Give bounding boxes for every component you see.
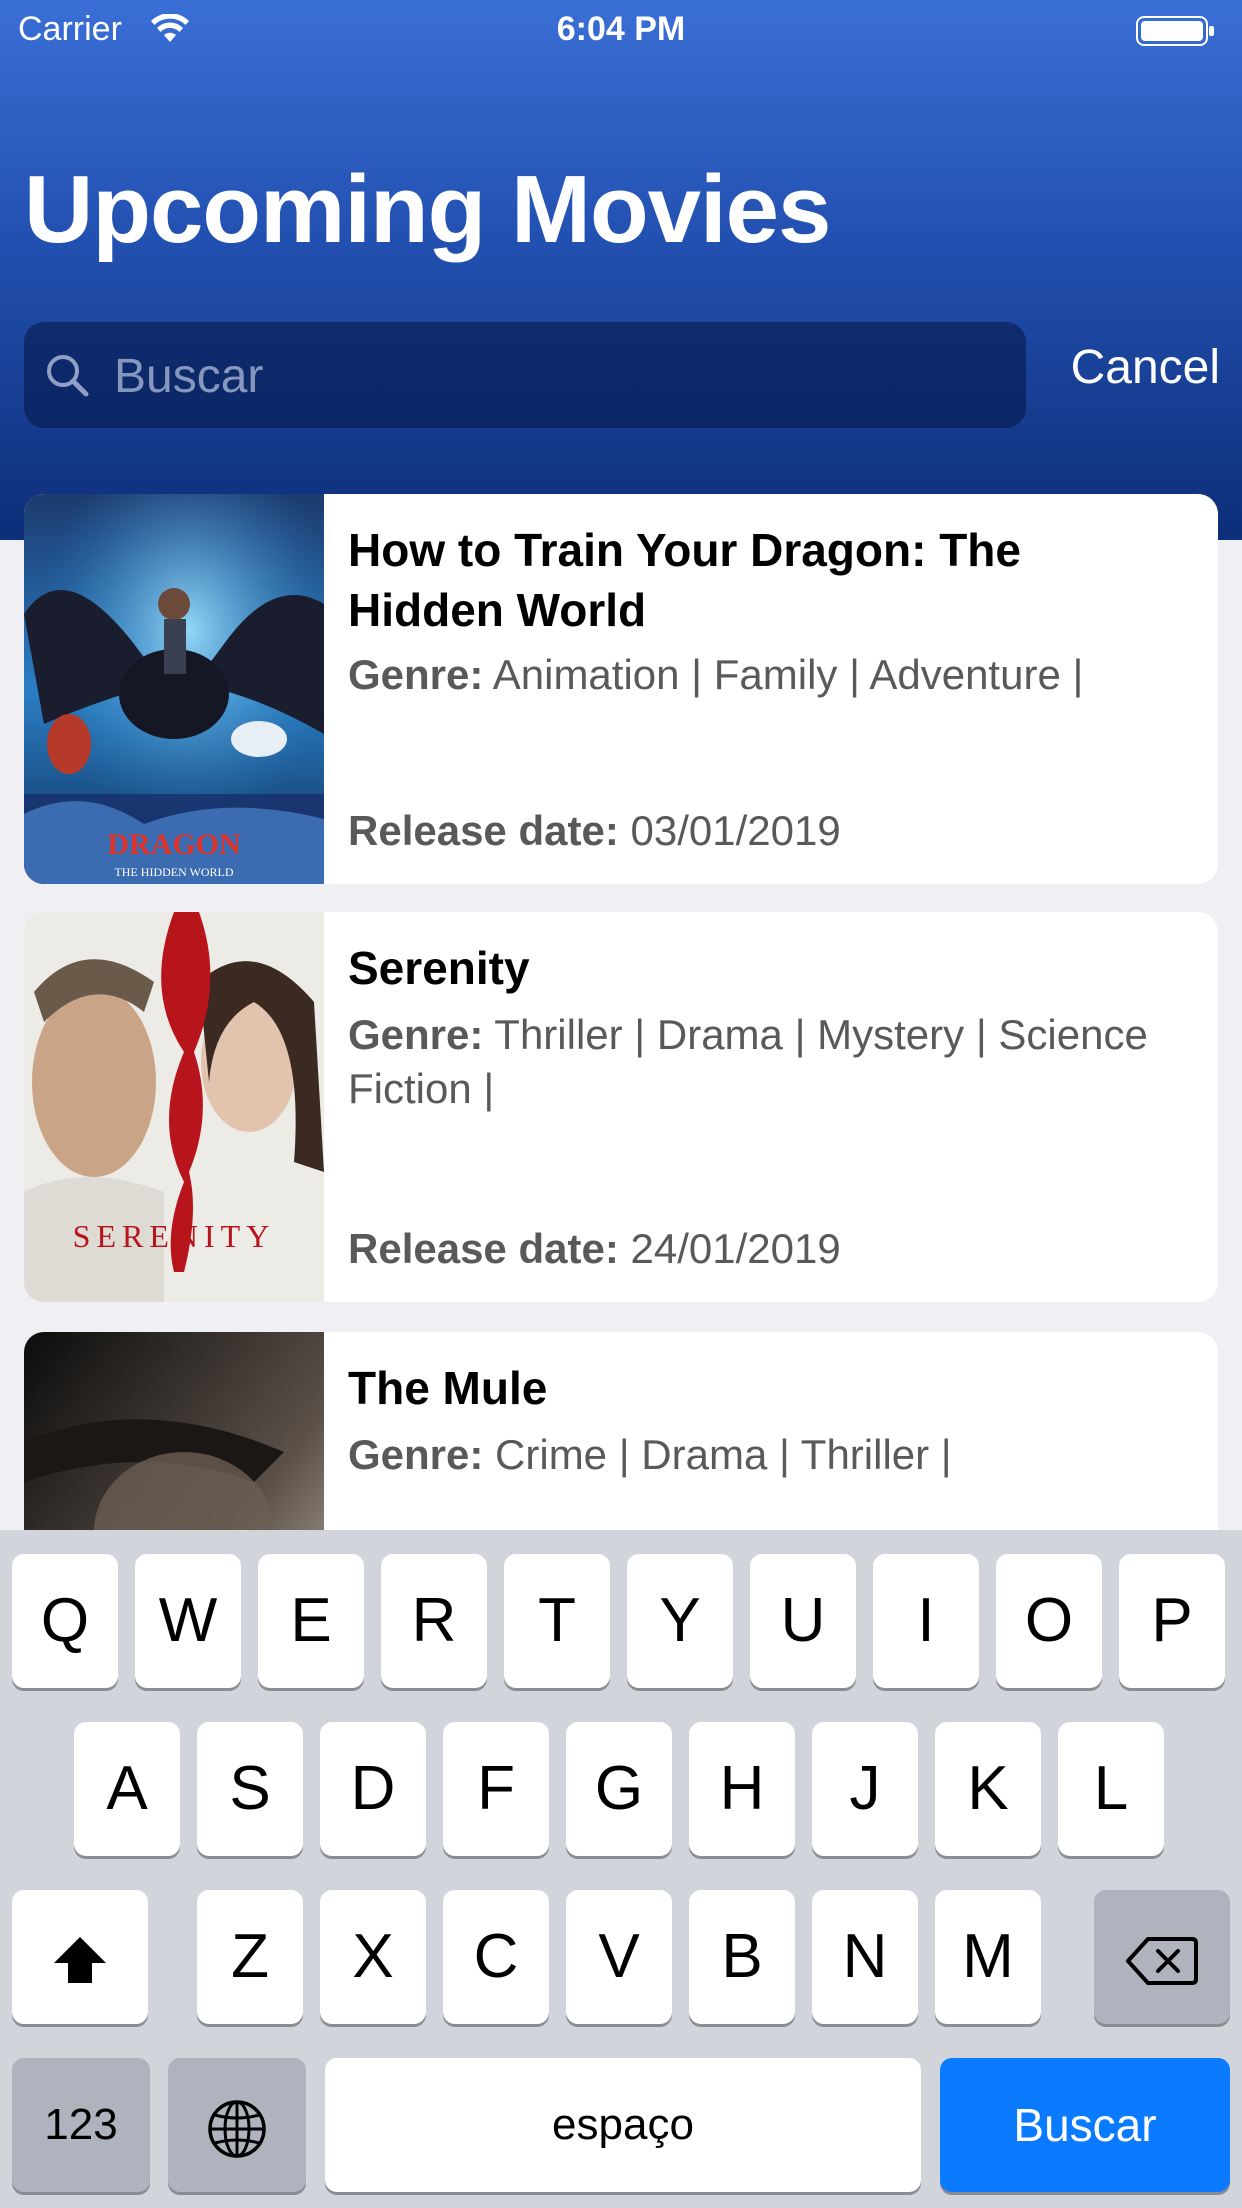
poster-subtitle-text: THE HIDDEN WORLD xyxy=(114,865,233,879)
keyboard: Q W E R T Y U I O P A S D F G H J K L Z … xyxy=(0,1530,1242,2208)
poster-title-text: DRAGON xyxy=(107,828,241,861)
key-z[interactable]: Z xyxy=(197,1890,303,2024)
movie-genre: Genre: Animation | Family | Adventure | xyxy=(348,648,1188,702)
key-i[interactable]: I xyxy=(873,1554,979,1688)
key-v[interactable]: V xyxy=(566,1890,672,2024)
movie-poster: SERENITY xyxy=(24,912,324,1302)
movie-genre: Genre: Crime | Drama | Thriller | xyxy=(348,1428,1188,1482)
search-return-key[interactable]: Buscar xyxy=(940,2058,1230,2192)
key-r[interactable]: R xyxy=(381,1554,487,1688)
key-f[interactable]: F xyxy=(443,1722,549,1856)
status-bar: Carrier 6:04 PM xyxy=(0,0,1242,62)
key-x[interactable]: X xyxy=(320,1890,426,2024)
movie-title: How to Train Your Dragon: The Hidden Wor… xyxy=(348,524,1021,636)
search-input[interactable] xyxy=(112,340,996,412)
movie-genre: Genre: Thriller | Drama | Mystery | Scie… xyxy=(348,1008,1188,1116)
page-title: Upcoming Movies xyxy=(24,156,831,263)
key-u[interactable]: U xyxy=(750,1554,856,1688)
genre-value: Animation | Family | Adventure | xyxy=(492,651,1084,698)
genre-value: Crime | Drama | Thriller | xyxy=(495,1431,952,1478)
key-t[interactable]: T xyxy=(504,1554,610,1688)
genre-label: Genre: xyxy=(348,1431,484,1478)
movie-poster: DRAGON THE HIDDEN WORLD xyxy=(24,494,324,884)
key-c[interactable]: C xyxy=(443,1890,549,2024)
key-n[interactable]: N xyxy=(812,1890,918,2024)
key-e[interactable]: E xyxy=(258,1554,364,1688)
movie-release: Release date: 03/01/2019 xyxy=(348,804,841,858)
movie-release: Release date: 24/01/2019 xyxy=(348,1222,841,1276)
genre-label: Genre: xyxy=(348,651,484,698)
globe-key[interactable] xyxy=(168,2058,306,2192)
release-label: Release date: xyxy=(348,1225,619,1272)
key-o[interactable]: O xyxy=(996,1554,1102,1688)
movie-card[interactable]: SERENITY Serenity Genre: Thriller | Dram… xyxy=(24,912,1218,1302)
globe-icon xyxy=(208,2099,266,2158)
key-b[interactable]: B xyxy=(689,1890,795,2024)
key-h[interactable]: H xyxy=(689,1722,795,1856)
header: Carrier 6:04 PM Upcoming Movies Buscar C… xyxy=(0,0,1242,540)
movie-title: Serenity xyxy=(348,942,530,994)
key-q[interactable]: Q xyxy=(12,1554,118,1688)
cancel-button[interactable]: Cancel xyxy=(1040,340,1220,395)
key-l[interactable]: L xyxy=(1058,1722,1164,1856)
key-y[interactable]: Y xyxy=(627,1554,733,1688)
release-date: 03/01/2019 xyxy=(630,807,841,854)
genre-label: Genre: xyxy=(348,1011,484,1058)
key-a[interactable]: A xyxy=(74,1722,180,1856)
key-d[interactable]: D xyxy=(320,1722,426,1856)
space-key[interactable]: espaço xyxy=(325,2058,921,2192)
release-date: 24/01/2019 xyxy=(630,1225,841,1272)
key-p[interactable]: P xyxy=(1119,1554,1225,1688)
release-label: Release date: xyxy=(348,807,619,854)
battery-icon xyxy=(1136,16,1216,55)
key-k[interactable]: K xyxy=(935,1722,1041,1856)
movie-card[interactable]: DRAGON THE HIDDEN WORLD How to Train You… xyxy=(24,494,1218,884)
movie-title: The Mule xyxy=(348,1362,548,1414)
clock: 6:04 PM xyxy=(556,10,686,48)
key-w[interactable]: W xyxy=(135,1554,241,1688)
delete-key[interactable] xyxy=(1094,1890,1230,2024)
search-icon xyxy=(44,352,92,405)
delete-icon xyxy=(1126,1936,1198,1985)
poster-title-text: SERENITY xyxy=(73,1218,276,1254)
shift-icon xyxy=(54,1936,106,1983)
shift-key[interactable] xyxy=(12,1890,148,2024)
key-m[interactable]: M xyxy=(935,1890,1041,2024)
search-bar[interactable] xyxy=(24,322,1026,428)
key-s[interactable]: S xyxy=(197,1722,303,1856)
key-j[interactable]: J xyxy=(812,1722,918,1856)
key-g[interactable]: G xyxy=(566,1722,672,1856)
numbers-key[interactable]: 123 xyxy=(12,2058,150,2192)
